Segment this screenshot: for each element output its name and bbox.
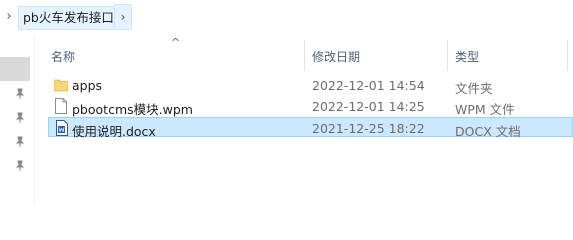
file-row[interactable]: apps 2022-12-01 14:54 文件夹 xyxy=(48,75,573,96)
pin-icon[interactable] xyxy=(14,88,26,100)
file-modified: 2021-12-25 18:22 xyxy=(312,121,425,136)
nav-selected-item[interactable] xyxy=(0,57,30,81)
breadcrumb-chevron-icon[interactable]: › xyxy=(114,4,132,30)
file-row[interactable]: pbootcms模块.wpm 2022-12-01 14:25 WPM 文件 xyxy=(48,96,573,117)
pin-icon[interactable] xyxy=(14,136,26,148)
breadcrumb-folder[interactable]: pb火车发布接口 xyxy=(18,6,119,30)
file-type: 文件夹 xyxy=(455,81,493,96)
column-divider[interactable] xyxy=(567,40,568,70)
column-type[interactable]: 类型 xyxy=(455,48,479,65)
file-modified: 2022-12-01 14:25 xyxy=(312,99,425,114)
file-name: apps xyxy=(72,78,103,93)
folder-icon xyxy=(54,79,68,92)
file-icon xyxy=(55,98,67,114)
file-name: 使用说明.docx xyxy=(72,124,156,139)
file-type: DOCX 文档 xyxy=(455,124,521,139)
pin-icon[interactable] xyxy=(14,160,26,172)
column-divider[interactable] xyxy=(304,40,305,70)
column-header: ^ 名称 修改日期 类型 xyxy=(34,36,573,72)
file-type: WPM 文件 xyxy=(455,102,515,117)
pin-icon[interactable] xyxy=(14,112,26,124)
column-modified[interactable]: 修改日期 xyxy=(312,48,360,65)
file-row-selected[interactable]: 使用说明.docx 2021-12-25 18:22 DOCX 文档 xyxy=(48,117,573,139)
navigation-pane xyxy=(0,36,35,204)
column-divider[interactable] xyxy=(447,40,448,70)
sort-ascending-icon: ^ xyxy=(171,36,181,49)
file-modified: 2022-12-01 14:54 xyxy=(312,78,425,93)
chevron-right-icon[interactable]: › xyxy=(3,9,15,24)
docx-icon xyxy=(56,120,68,136)
column-name[interactable]: 名称 xyxy=(51,48,75,65)
file-name: pbootcms模块.wpm xyxy=(72,102,193,117)
address-bar[interactable]: › pb火车发布接口 › xyxy=(0,0,573,36)
